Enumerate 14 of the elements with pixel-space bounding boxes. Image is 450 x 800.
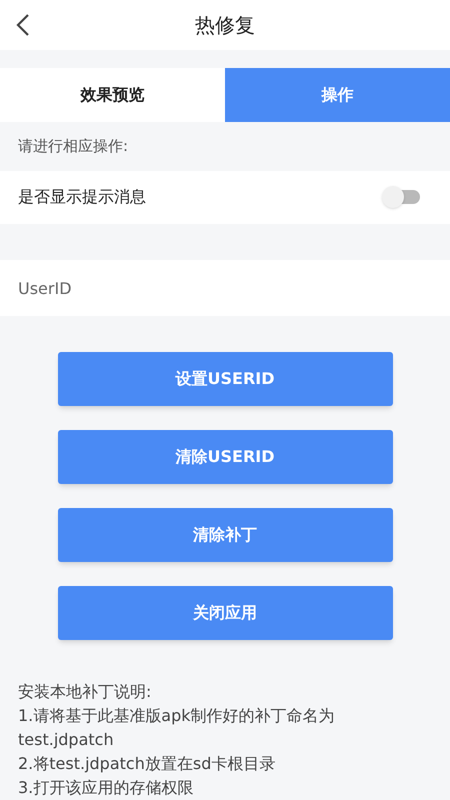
action-button[interactable]: 设置USERID bbox=[58, 352, 392, 406]
instruction-text: 3.打开该应用的存储权限 bbox=[18, 777, 194, 799]
action-button[interactable]: 清除补丁 bbox=[58, 508, 392, 562]
prompt-text: 请进行相应操作: bbox=[18, 136, 128, 158]
tab[interactable]: 操作 bbox=[225, 68, 450, 122]
action-button[interactable]: 关闭应用 bbox=[58, 586, 392, 640]
tab[interactable]: 效果预览 bbox=[0, 68, 225, 122]
toggle-switch[interactable] bbox=[382, 186, 420, 208]
screen-title: 热修复 bbox=[195, 12, 255, 39]
instruction-text: 1.请将基于此基准版apk制作好的补丁命名为test.jdpatch bbox=[18, 705, 336, 751]
instruction-text: 2.将test.jdpatch放置在sd卡根目录 bbox=[18, 753, 276, 775]
toggle-label: 是否显示提示消息 bbox=[18, 186, 146, 208]
action-button[interactable]: 清除USERID bbox=[58, 430, 392, 484]
instruction-text: 安装本地补丁说明: bbox=[18, 681, 152, 703]
